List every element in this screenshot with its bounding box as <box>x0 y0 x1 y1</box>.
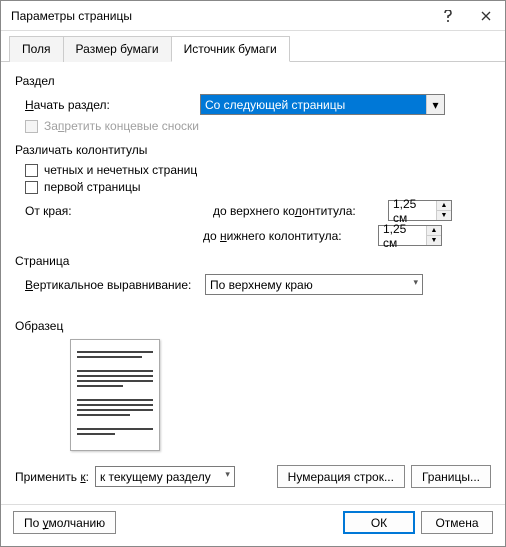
titlebar: Параметры страницы <box>1 1 505 31</box>
odd-even-label: четных и нечетных страниц <box>44 163 197 177</box>
header-distance-label: до верхнего колонтитула: <box>213 204 388 218</box>
section-start-combo[interactable]: Со следующей страницы ▾ <box>200 94 445 115</box>
page-group-label: Страница <box>15 254 491 268</box>
section-start-label: Начать раздел: <box>25 98 200 112</box>
checkbox-box <box>25 164 38 177</box>
close-icon <box>481 11 491 21</box>
dialog-footer: По умолчанию ОК Отмена <box>1 505 505 540</box>
spinner-up-icon[interactable]: ▲ <box>427 226 441 236</box>
first-page-checkbox[interactable]: первой страницы <box>25 180 491 194</box>
header-distance-value: 1,25 см <box>389 197 436 225</box>
footer-distance-value: 1,25 см <box>379 222 426 250</box>
vertical-align-label: Вертикальное выравнивание: <box>25 278 205 292</box>
line-numbers-button[interactable]: Нумерация строк... <box>277 465 405 488</box>
window-title: Параметры страницы <box>11 9 429 23</box>
page-preview <box>70 339 160 451</box>
suppress-endnotes-label: Запретить концевые сноски <box>44 119 199 133</box>
tab-paper-source[interactable]: Источник бумаги <box>171 36 290 62</box>
first-page-label: первой страницы <box>44 180 140 194</box>
tabs: Поля Размер бумаги Источник бумаги <box>1 31 505 62</box>
suppress-endnotes-checkbox: Запретить концевые сноски <box>25 119 491 133</box>
chevron-down-icon: ▾ <box>426 95 444 114</box>
preview-group-label: Образец <box>15 319 491 333</box>
cancel-button[interactable]: Отмена <box>421 511 493 534</box>
spinner-up-icon[interactable]: ▲ <box>437 201 451 211</box>
tab-fields[interactable]: Поля <box>9 36 64 62</box>
checkbox-box <box>25 181 38 194</box>
section-start-value: Со следующей страницы <box>201 95 426 114</box>
apply-to-label: Применить к: <box>15 470 89 484</box>
header-distance-spinner[interactable]: 1,25 см ▲▼ <box>388 200 452 221</box>
checkbox-box <box>25 120 38 133</box>
borders-button[interactable]: Границы... <box>411 465 491 488</box>
default-button[interactable]: По умолчанию <box>13 511 116 534</box>
from-edge-label: От края: <box>25 204 213 218</box>
tab-content: Раздел Начать раздел: Со следующей стран… <box>1 62 505 500</box>
help-button[interactable] <box>429 1 467 31</box>
spinner-down-icon[interactable]: ▼ <box>427 236 441 245</box>
help-icon <box>443 10 453 22</box>
apply-to-combo[interactable]: к текущему разделу <box>95 466 235 487</box>
footer-distance-spinner[interactable]: 1,25 см ▲▼ <box>378 225 442 246</box>
ok-button[interactable]: ОК <box>343 511 415 534</box>
section-group-label: Раздел <box>15 74 491 88</box>
headers-group-label: Различать колонтитулы <box>15 143 491 157</box>
vertical-align-combo[interactable]: По верхнему краю <box>205 274 423 295</box>
footer-distance-label: до нижнего колонтитула: <box>203 229 378 243</box>
close-button[interactable] <box>467 1 505 31</box>
spinner-down-icon[interactable]: ▼ <box>437 211 451 220</box>
odd-even-checkbox[interactable]: четных и нечетных страниц <box>25 163 491 177</box>
tab-paper-size[interactable]: Размер бумаги <box>63 36 172 62</box>
